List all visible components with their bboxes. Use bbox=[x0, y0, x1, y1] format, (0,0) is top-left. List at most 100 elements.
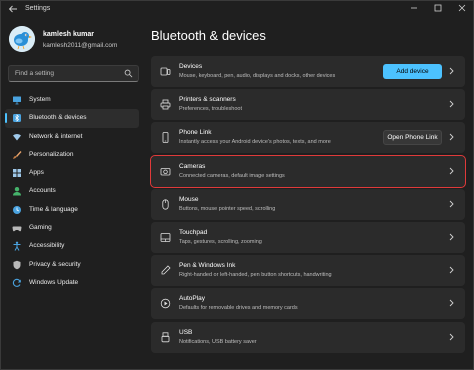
shield-icon bbox=[13, 260, 21, 269]
sidebar-item-label: Bluetooth & devices bbox=[29, 114, 87, 122]
page-title: Bluetooth & devices bbox=[151, 28, 266, 43]
chevron-right-icon bbox=[449, 333, 454, 340]
sidebar-item-windows-update[interactable]: Windows Update bbox=[5, 274, 139, 292]
sidebar-item-system[interactable]: System bbox=[5, 91, 139, 109]
sidebar-item-gaming[interactable]: Gaming bbox=[5, 219, 139, 237]
sidebar-item-time-language[interactable]: Time & language bbox=[5, 201, 139, 219]
card-title: Pen & Windows Ink bbox=[179, 262, 236, 270]
card-subtitle: Right-handed or left-handed, pen button … bbox=[179, 272, 332, 279]
search-input[interactable]: Find a setting bbox=[8, 65, 139, 82]
devices-icon bbox=[160, 67, 171, 76]
user-name: kamlesh kumar bbox=[43, 31, 94, 38]
card-subtitle: Connected cameras, default image setting… bbox=[179, 172, 285, 179]
sidebar-item-label: Accessibility bbox=[29, 242, 65, 250]
printer-icon bbox=[160, 99, 171, 110]
add-device-button[interactable]: Add device bbox=[383, 64, 442, 79]
minimize-button[interactable] bbox=[407, 3, 421, 17]
settings-list: Devices Mouse, keyboard, pen, audio, dis… bbox=[150, 56, 466, 355]
chevron-right-icon bbox=[449, 134, 454, 141]
sidebar-item-label: Time & language bbox=[29, 205, 78, 213]
sidebar-item-label: System bbox=[29, 96, 51, 103]
touchpad-icon bbox=[160, 233, 171, 242]
card-touchpad[interactable]: Touchpad Taps, gestures, scrolling, zoom… bbox=[151, 221, 465, 253]
sidebar-item-label: Gaming bbox=[29, 224, 52, 232]
settings-window: Settings kamlesh kumar kamlesh2011@gmail… bbox=[0, 0, 474, 370]
search-icon bbox=[124, 69, 133, 78]
back-button[interactable] bbox=[7, 4, 19, 16]
card-cameras[interactable]: Cameras Connected cameras, default image… bbox=[150, 154, 466, 188]
open-phone-link-button[interactable]: Open Phone Link bbox=[383, 130, 442, 146]
chevron-right-icon bbox=[449, 233, 454, 241]
card-devices[interactable]: Devices Mouse, keyboard, pen, audio, dis… bbox=[151, 56, 465, 87]
gamepad-icon bbox=[12, 226, 22, 232]
chevron-right-icon bbox=[449, 266, 454, 274]
card-mouse[interactable]: Mouse Buttons, mouse pointer speed, scro… bbox=[151, 188, 465, 220]
sidebar-item-personalization[interactable]: Personalization bbox=[5, 146, 139, 164]
arrow-left-icon bbox=[8, 5, 17, 13]
card-title: Mouse bbox=[179, 195, 199, 203]
sidebar-item-apps[interactable]: Apps bbox=[5, 164, 139, 182]
accessibility-icon bbox=[13, 241, 21, 252]
close-button[interactable] bbox=[455, 3, 469, 17]
sidebar-item-label: Privacy & security bbox=[29, 260, 81, 268]
card-subtitle: Instantly access your Android device's p… bbox=[179, 139, 331, 146]
card-pen-windows-ink[interactable]: Pen & Windows Ink Right-handed or left-h… bbox=[151, 255, 465, 287]
user-email: kamlesh2011@gmail.com bbox=[43, 42, 118, 49]
card-printers-scanners[interactable]: Printers & scanners Preferences, trouble… bbox=[151, 89, 465, 121]
sidebar-item-label: Personalization bbox=[29, 150, 74, 158]
card-subtitle: Preferences, troubleshoot bbox=[179, 106, 242, 113]
mouse-icon bbox=[162, 199, 169, 210]
card-usb[interactable]: USB Notifications, USB battery saver bbox=[151, 321, 465, 353]
usb-icon bbox=[161, 331, 170, 342]
card-title: Phone Link bbox=[179, 129, 212, 137]
sidebar-item-accessibility[interactable]: Accessibility bbox=[5, 237, 139, 255]
brush-icon bbox=[13, 150, 22, 159]
card-title: Printers & scanners bbox=[179, 96, 236, 104]
avatar[interactable] bbox=[9, 26, 35, 52]
sidebar-item-label: Windows Update bbox=[29, 278, 79, 286]
sidebar-item-network[interactable]: Network & internet bbox=[5, 128, 139, 146]
close-icon bbox=[458, 4, 466, 12]
app-title: Settings bbox=[25, 5, 51, 12]
apps-icon bbox=[13, 169, 21, 178]
sidebar-item-privacy[interactable]: Privacy & security bbox=[5, 256, 139, 274]
chevron-right-icon bbox=[449, 67, 454, 75]
phone-icon bbox=[162, 132, 169, 144]
chevron-right-icon bbox=[449, 100, 454, 108]
search-placeholder: Find a setting bbox=[15, 70, 55, 77]
sidebar-nav: System Bluetooth & devices Network & int… bbox=[5, 91, 139, 292]
pen-icon bbox=[161, 265, 171, 275]
globe-clock-icon bbox=[13, 205, 21, 214]
maximize-button[interactable] bbox=[431, 3, 445, 17]
card-subtitle: Buttons, mouse pointer speed, scrolling bbox=[179, 205, 276, 212]
wifi-icon bbox=[13, 133, 21, 141]
card-title: USB bbox=[179, 328, 193, 336]
card-title: Devices bbox=[179, 63, 203, 70]
sidebar-item-label: Network & internet bbox=[29, 132, 83, 140]
card-phone-link[interactable]: Phone Link Instantly access your Android… bbox=[151, 122, 465, 154]
card-subtitle: Mouse, keyboard, pen, audio, displays an… bbox=[179, 73, 336, 79]
card-title: Cameras bbox=[179, 162, 206, 170]
camera-icon bbox=[160, 167, 171, 175]
chevron-right-icon bbox=[449, 200, 454, 208]
person-icon bbox=[13, 187, 21, 196]
chevron-right-icon bbox=[449, 299, 454, 307]
card-autoplay[interactable]: AutoPlay Defaults for removable drives a… bbox=[151, 288, 465, 320]
card-subtitle: Notifications, USB battery saver bbox=[179, 338, 257, 345]
card-subtitle: Defaults for removable drives and memory… bbox=[179, 305, 298, 312]
card-title: AutoPlay bbox=[179, 295, 206, 303]
minimize-icon bbox=[411, 7, 417, 9]
card-subtitle: Taps, gestures, scrolling, zooming bbox=[179, 238, 262, 245]
sidebar-item-accounts[interactable]: Accounts bbox=[5, 182, 139, 200]
sidebar-item-label: Apps bbox=[29, 169, 44, 177]
sidebar-item-bluetooth[interactable]: Bluetooth & devices bbox=[5, 109, 139, 128]
autoplay-icon bbox=[160, 299, 171, 309]
update-icon bbox=[12, 278, 21, 287]
chevron-right-icon bbox=[449, 167, 454, 174]
card-title: Touchpad bbox=[179, 228, 208, 236]
bird-avatar-icon bbox=[9, 26, 35, 52]
title-bar: Settings bbox=[1, 1, 473, 19]
maximize-icon bbox=[434, 4, 442, 12]
monitor-icon bbox=[13, 96, 21, 105]
sidebar-item-label: Accounts bbox=[29, 187, 56, 195]
